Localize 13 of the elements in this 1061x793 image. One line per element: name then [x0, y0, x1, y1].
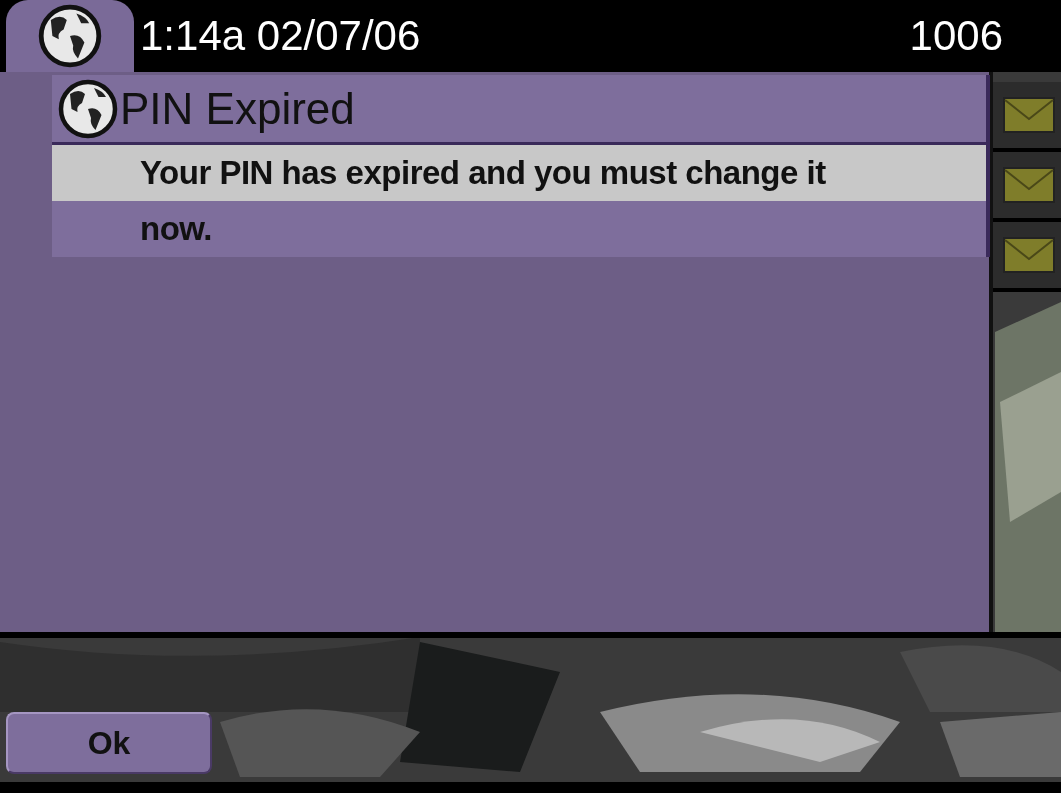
- ok-softkey[interactable]: Ok: [6, 712, 212, 774]
- line-button[interactable]: [993, 82, 1061, 152]
- line-button[interactable]: [993, 222, 1061, 292]
- phone-tab[interactable]: [6, 0, 134, 72]
- envelope-icon: [1003, 237, 1055, 273]
- envelope-icon: [1003, 167, 1055, 203]
- line-number: 1006: [909, 12, 1003, 60]
- dialog-title: PIN Expired: [120, 83, 355, 134]
- globe-icon: [38, 4, 102, 68]
- line-button[interactable]: [993, 152, 1061, 222]
- globe-icon: [58, 78, 118, 139]
- envelope-icon: [1003, 97, 1055, 133]
- time-date: 1:14a 02/07/06: [140, 12, 421, 60]
